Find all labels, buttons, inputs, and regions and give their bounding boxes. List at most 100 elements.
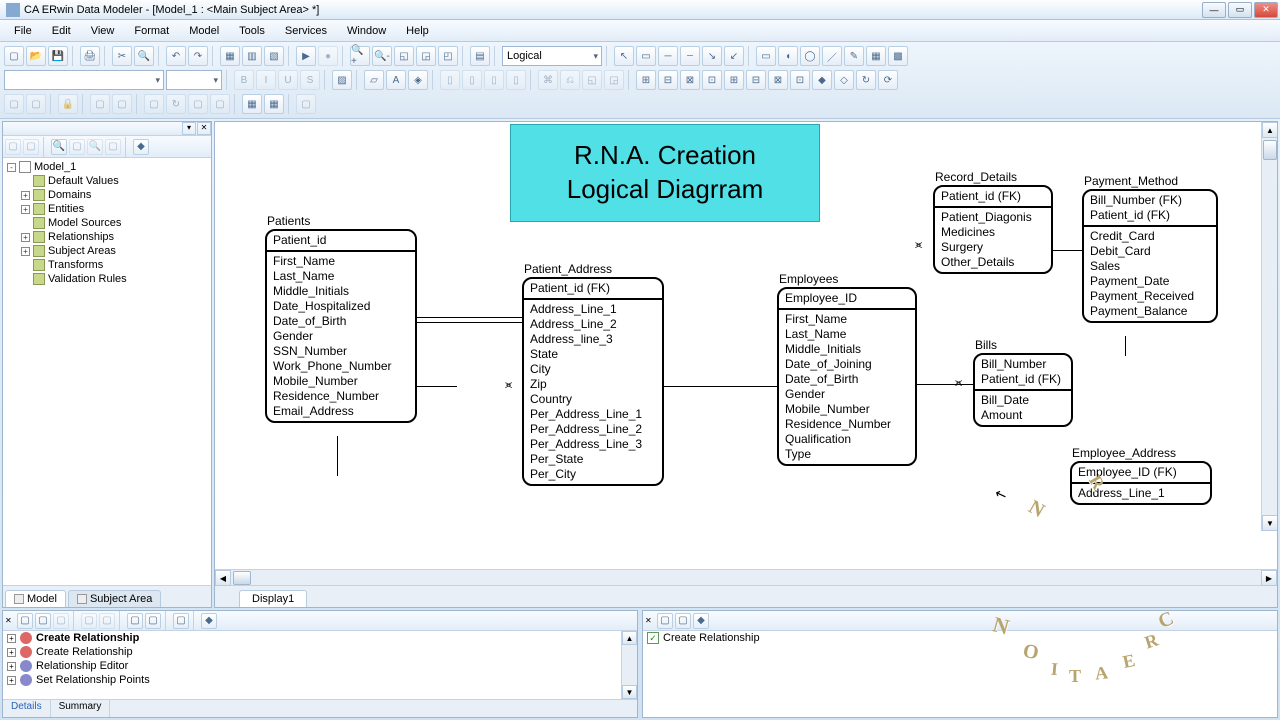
text-color-icon[interactable]: A — [386, 70, 406, 90]
layout-7-icon[interactable]: ⊠ — [768, 70, 788, 90]
strike-icon[interactable]: S — [300, 70, 320, 90]
al-btn-5-icon[interactable]: ▢ — [99, 613, 115, 629]
zoom-sel-icon[interactable]: ◰ — [438, 46, 458, 66]
tree-item[interactable]: Model Sources — [5, 216, 209, 230]
expander-icon[interactable]: + — [21, 233, 30, 242]
menu-help[interactable]: Help — [396, 23, 439, 39]
minimize-button[interactable]: — — [1202, 2, 1226, 18]
identifying-rel-icon[interactable]: ─ — [658, 46, 678, 66]
align-1-icon[interactable]: ▯ — [440, 70, 460, 90]
zoom-100-icon[interactable]: ◲ — [416, 46, 436, 66]
entity-patient-address[interactable]: Patient_Address Patient_id (FK) Address_… — [522, 262, 664, 486]
display-icon[interactable]: ▤ — [470, 46, 490, 66]
scroll-down-icon[interactable]: ▼ — [622, 685, 637, 699]
relationship-line[interactable] — [664, 386, 777, 387]
relationship-line[interactable] — [417, 317, 522, 318]
tab-subject-area[interactable]: Subject Area — [68, 590, 161, 607]
menu-format[interactable]: Format — [124, 23, 179, 39]
cut-icon[interactable]: ✂ — [112, 46, 132, 66]
layout-5-icon[interactable]: ⊞ — [724, 70, 744, 90]
adv-btn-1-icon[interactable]: ▢ — [657, 613, 673, 629]
theme-icon[interactable]: ◈ — [408, 70, 428, 90]
nonidentifying-rel-icon[interactable]: ┄ — [680, 46, 700, 66]
pointer-icon[interactable]: ↖ — [614, 46, 634, 66]
layout-6-icon[interactable]: ⊟ — [746, 70, 766, 90]
t3-7-icon[interactable]: ▢ — [188, 94, 208, 114]
subtype-icon[interactable]: ↙ — [724, 46, 744, 66]
tree-item[interactable]: +Subject Areas — [5, 244, 209, 258]
entity-patients[interactable]: Patients Patient_id First_NameLast_NameM… — [265, 214, 417, 423]
scroll-up-icon[interactable]: ▲ — [622, 631, 637, 645]
entity-bills[interactable]: Bills Bill_NumberPatient_id (FK) Bill_Da… — [973, 338, 1073, 427]
expander-icon[interactable]: + — [21, 247, 30, 256]
maximize-button[interactable]: ▭ — [1228, 2, 1252, 18]
front-icon[interactable]: ◱ — [582, 70, 602, 90]
expander-icon[interactable]: + — [7, 634, 16, 643]
tree-item[interactable]: Transforms — [5, 258, 209, 272]
underline-icon[interactable]: U — [278, 70, 298, 90]
tool-c-icon[interactable]: ▧ — [264, 46, 284, 66]
ungroup-icon[interactable]: ⎌ — [560, 70, 580, 90]
tab-details[interactable]: Details — [3, 700, 51, 717]
explorer-btn-1-icon[interactable]: ▢ — [5, 139, 21, 155]
menu-window[interactable]: Window — [337, 23, 396, 39]
al-btn-3-icon[interactable]: ▢ — [53, 613, 69, 629]
explorer-btn-6-icon[interactable]: ◆ — [133, 139, 149, 155]
bold-icon[interactable]: B — [234, 70, 254, 90]
layout-3-icon[interactable]: ⊠ — [680, 70, 700, 90]
advisory-item[interactable]: ✓ Create Relationship — [643, 631, 1277, 645]
layout-4-icon[interactable]: ⊡ — [702, 70, 722, 90]
explorer-btn-5-icon[interactable]: ▢ — [105, 139, 121, 155]
layout-12-icon[interactable]: ⟳ — [878, 70, 898, 90]
scroll-down-icon[interactable]: ▼ — [1262, 515, 1277, 531]
relationship-line[interactable] — [417, 386, 457, 387]
tree-item[interactable]: Default Values — [5, 174, 209, 188]
action-item[interactable]: +Create Relationship — [3, 631, 621, 645]
action-item[interactable]: +Relationship Editor — [3, 659, 621, 673]
entity-employees[interactable]: Employees Employee_ID First_NameLast_Nam… — [777, 272, 917, 466]
al-btn-6-icon[interactable]: ▢ — [127, 613, 143, 629]
scroll-up-icon[interactable]: ▲ — [1262, 122, 1277, 138]
t3-10-icon[interactable]: ▦ — [264, 94, 284, 114]
shape-rrect-icon[interactable]: ◖ — [778, 46, 798, 66]
scroll-thumb[interactable] — [233, 571, 251, 585]
tab-model[interactable]: Model — [5, 590, 66, 607]
t3-8-icon[interactable]: ▢ — [210, 94, 230, 114]
menu-tools[interactable]: Tools — [229, 23, 275, 39]
adv-btn-3-icon[interactable]: ◆ — [693, 613, 709, 629]
relationship-line[interactable] — [337, 436, 338, 476]
t3-3-icon[interactable]: ▢ — [90, 94, 110, 114]
font-combo[interactable] — [4, 70, 164, 90]
shape-ellipse-icon[interactable]: ◯ — [800, 46, 820, 66]
find-icon[interactable]: 🔍 — [134, 46, 154, 66]
t3-5-icon[interactable]: ▢ — [144, 94, 164, 114]
layout-2-icon[interactable]: ⊟ — [658, 70, 678, 90]
zoom-out-icon[interactable]: 🔍- — [372, 46, 392, 66]
layout-9-icon[interactable]: ◆ — [812, 70, 832, 90]
t3-9-icon[interactable]: ▦ — [242, 94, 262, 114]
al-btn-1-icon[interactable]: ▢ — [17, 613, 33, 629]
undo-icon[interactable]: ↶ — [166, 46, 186, 66]
t3-4-icon[interactable]: ▢ — [112, 94, 132, 114]
expander-icon[interactable]: - — [7, 163, 16, 172]
align-2-icon[interactable]: ▯ — [462, 70, 482, 90]
go-icon[interactable]: ▶ — [296, 46, 316, 66]
al-btn-9-icon[interactable]: ◆ — [201, 613, 217, 629]
t3-1-icon[interactable]: ▢ — [4, 94, 24, 114]
adv-btn-2-icon[interactable]: ▢ — [675, 613, 691, 629]
close-button[interactable]: ✕ — [1254, 2, 1278, 18]
scroll-thumb[interactable] — [1263, 140, 1277, 160]
menu-services[interactable]: Services — [275, 23, 337, 39]
expander-icon[interactable]: + — [21, 205, 30, 214]
group-icon[interactable]: ⌘ — [538, 70, 558, 90]
relationship-line[interactable] — [417, 322, 522, 323]
tab-summary[interactable]: Summary — [51, 700, 111, 717]
al-btn-8-icon[interactable]: ▢ — [173, 613, 189, 629]
layout-10-icon[interactable]: ◇ — [834, 70, 854, 90]
back-icon[interactable]: ◲ — [604, 70, 624, 90]
al-btn-7-icon[interactable]: ▢ — [145, 613, 161, 629]
tree-item[interactable]: +Entities — [5, 202, 209, 216]
action-item[interactable]: +Set Relationship Points — [3, 673, 621, 687]
layout-8-icon[interactable]: ⊡ — [790, 70, 810, 90]
t3-6-icon[interactable]: ↻ — [166, 94, 186, 114]
